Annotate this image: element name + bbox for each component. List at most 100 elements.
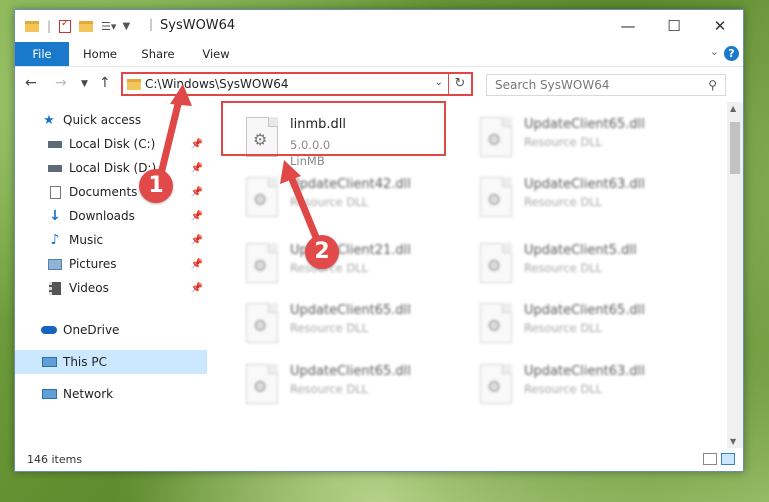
gear-icon: ⚙	[487, 190, 502, 209]
address-bar[interactable]: C:\Windows\SysWOW64 ⌄ ↻	[121, 72, 473, 96]
file-item[interactable]: ⚙ UpdateClient65.dll Resource DLL	[238, 358, 458, 414]
pin-icon[interactable]: 📌	[191, 283, 203, 294]
sidebar-item-local-disk-d[interactable]: Local Disk (D:) 📌	[15, 156, 207, 180]
file-name: UpdateClient42.dll	[290, 177, 411, 192]
sidebar-item-videos[interactable]: Videos 📌	[15, 276, 207, 300]
sidebar-item-network[interactable]: Network	[15, 382, 207, 406]
dll-file-icon: ⚙	[246, 243, 278, 283]
drive-icon	[47, 161, 63, 175]
documents-icon	[47, 185, 63, 199]
dll-file-icon: ⚙	[480, 177, 512, 217]
pin-icon[interactable]: 📌	[191, 163, 203, 174]
navigation-pane: ★ Quick access Local Disk (C:) 📌 Local D…	[15, 102, 207, 448]
scroll-up-icon[interactable]: ▲	[730, 104, 736, 113]
forward-arrow-icon[interactable]: →	[55, 75, 67, 91]
network-icon	[41, 387, 57, 401]
back-arrow-icon[interactable]: ←	[25, 75, 37, 91]
file-item[interactable]: ⚙ UpdateClient65.dll Resource DLL	[238, 297, 458, 353]
file-description: Resource DLL	[524, 382, 603, 396]
file-description: Resource DLL	[290, 382, 369, 396]
refresh-icon[interactable]: ↻	[448, 74, 471, 94]
videos-icon	[47, 281, 63, 295]
properties-icon[interactable]: ✓	[59, 18, 72, 33]
sidebar-item-pictures[interactable]: Pictures 📌	[15, 252, 207, 276]
drive-icon	[47, 137, 63, 151]
sidebar-item-onedrive[interactable]: OneDrive	[15, 318, 207, 342]
gear-icon: ⚙	[487, 256, 502, 275]
sidebar-item-music[interactable]: ♪ Music 📌	[15, 228, 207, 252]
pin-icon[interactable]: 📌	[191, 187, 203, 198]
sidebar-item-documents[interactable]: Documents 📌	[15, 180, 207, 204]
file-name: UpdateClient65.dll	[290, 364, 411, 379]
pictures-icon	[47, 257, 63, 271]
gear-icon: ⚙	[253, 190, 268, 209]
file-item[interactable]: ⚙ UpdateClient65.dll Resource DLL	[472, 111, 692, 167]
tab-share[interactable]: Share	[137, 42, 179, 66]
music-icon: ♪	[50, 232, 60, 248]
file-name: UpdateClient63.dll	[524, 177, 645, 192]
window-title: SysWOW64	[160, 18, 236, 33]
navigation-bar: ← → ▼ ↑ C:\Windows\SysWOW64 ⌄ ↻ Search S…	[15, 67, 743, 101]
dll-file-icon: ⚙	[480, 303, 512, 343]
title-bar: | ✓ ☰▾ ▼ | SysWOW64 — ☐ ✕	[15, 10, 743, 42]
file-name: UpdateClient65.dll	[524, 303, 645, 318]
sidebar-item-downloads[interactable]: ↓ Downloads 📌	[15, 204, 207, 228]
sidebar-item-this-pc[interactable]: This PC	[15, 350, 207, 374]
tab-view[interactable]: View	[195, 42, 237, 66]
sidebar-item-local-disk-c[interactable]: Local Disk (C:) 📌	[15, 132, 207, 156]
separator: |	[149, 17, 154, 31]
dropdown-arrow-icon[interactable]: ▼	[122, 21, 130, 32]
separator: |	[47, 19, 52, 33]
vertical-scrollbar[interactable]: ▲ ▼	[727, 102, 743, 448]
tab-home[interactable]: Home	[79, 42, 121, 66]
scrollbar-thumb[interactable]	[730, 122, 740, 174]
search-input[interactable]: Search SysWOW64 ⚲	[486, 74, 726, 96]
file-item[interactable]: ⚙ UpdateClient63.dll Resource DLL	[472, 358, 692, 414]
sidebar-item-quick-access[interactable]: ★ Quick access	[15, 108, 207, 132]
address-path[interactable]: C:\Windows\SysWOW64	[145, 77, 289, 91]
downloads-icon: ↓	[49, 208, 61, 224]
maximize-button[interactable]: ☐	[651, 10, 697, 42]
pin-icon[interactable]: 📌	[191, 211, 203, 222]
details-view-icon[interactable]	[703, 453, 717, 465]
pin-icon[interactable]: 📌	[191, 139, 203, 150]
dll-file-icon: ⚙	[480, 243, 512, 283]
customize-toolbar-icon[interactable]: ☰▾	[101, 20, 116, 33]
minimize-button[interactable]: —	[605, 10, 651, 42]
gear-icon: ⚙	[253, 256, 268, 275]
address-dropdown-icon[interactable]: ⌄	[435, 77, 443, 88]
cloud-icon	[41, 323, 57, 337]
recent-locations-icon[interactable]: ▼	[81, 79, 88, 89]
quick-access-toolbar: | ✓ ☰▾ ▼	[25, 18, 130, 34]
file-name: UpdateClient65.dll	[290, 303, 411, 318]
dll-file-icon: ⚙	[480, 117, 512, 157]
up-arrow-icon[interactable]: ↑	[99, 75, 111, 91]
pin-icon[interactable]: 📌	[191, 235, 203, 246]
search-icon[interactable]: ⚲	[708, 78, 717, 92]
file-name: UpdateClient5.dll	[524, 243, 637, 258]
pin-icon[interactable]: 📌	[191, 259, 203, 270]
file-item[interactable]: ⚙ UpdateClient63.dll Resource DLL	[472, 171, 692, 227]
file-item[interactable]: ⚙ UpdateClient42.dll Resource DLL	[238, 171, 458, 227]
tab-file[interactable]: File	[15, 42, 69, 66]
item-count: 146 items	[27, 453, 83, 466]
dll-file-icon: ⚙	[246, 364, 278, 404]
large-icons-view-icon[interactable]	[721, 453, 735, 465]
new-folder-icon[interactable]	[79, 20, 94, 32]
highlight-box-file	[221, 101, 446, 156]
file-item[interactable]: ⚙ UpdateClient5.dll Resource DLL	[472, 237, 692, 293]
file-item[interactable]: ⚙ UpdateClient21.dll Resource DLL	[238, 237, 458, 293]
file-description: Resource DLL	[290, 195, 369, 209]
dll-file-icon: ⚙	[480, 364, 512, 404]
close-button[interactable]: ✕	[697, 10, 743, 42]
help-icon[interactable]: ?	[724, 46, 739, 61]
folder-icon	[127, 79, 141, 90]
scroll-down-icon[interactable]: ▼	[730, 437, 736, 446]
dll-file-icon: ⚙	[246, 177, 278, 217]
folder-icon[interactable]	[25, 20, 39, 32]
file-item[interactable]: ⚙ UpdateClient65.dll Resource DLL	[472, 297, 692, 353]
expand-ribbon-icon[interactable]: ⌄	[710, 45, 719, 58]
gear-icon: ⚙	[253, 377, 268, 396]
search-placeholder: Search SysWOW64	[495, 78, 610, 92]
gear-icon: ⚙	[487, 130, 502, 149]
